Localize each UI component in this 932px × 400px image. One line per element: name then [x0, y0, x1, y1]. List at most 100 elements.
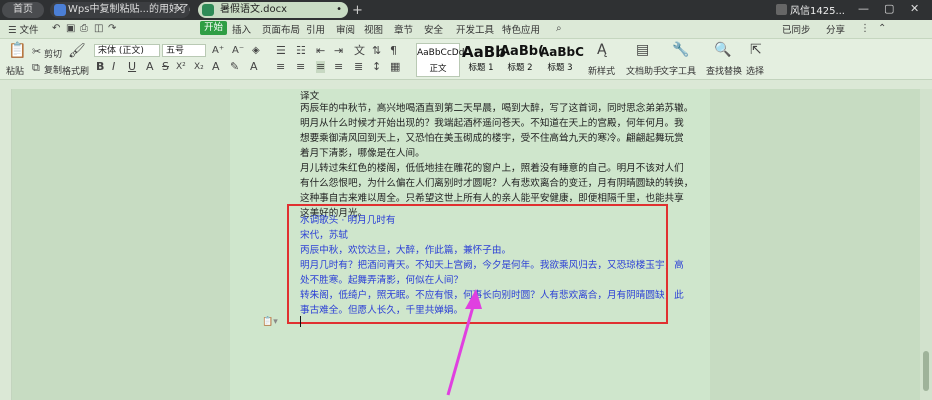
- show-marks-icon[interactable]: ¶: [390, 45, 397, 57]
- select-button[interactable]: 选择: [746, 64, 764, 77]
- user-name[interactable]: 风信1425...: [790, 2, 845, 17]
- badge-icon[interactable]: [776, 4, 787, 15]
- arrow-shaft: [446, 302, 476, 396]
- find-replace-button[interactable]: 查找替换: [706, 64, 742, 77]
- menu-file[interactable]: ☰ 文件: [8, 22, 39, 36]
- bullet-list-icon[interactable]: ☰: [276, 45, 286, 57]
- select-icon[interactable]: ⇱: [750, 43, 762, 57]
- close-icon[interactable]: •: [336, 2, 342, 18]
- text-tools-icon[interactable]: 🔧: [672, 43, 689, 57]
- font-size-dropdown[interactable]: 五号: [162, 44, 206, 57]
- subscript-icon[interactable]: X₂: [194, 61, 204, 73]
- highlight-icon[interactable]: ✎: [230, 61, 239, 73]
- doc-helper-icon[interactable]: ▤: [636, 43, 649, 57]
- outdent-icon[interactable]: ⇤: [316, 45, 325, 57]
- bold-icon[interactable]: B: [96, 61, 104, 73]
- document-background-right: [710, 89, 920, 400]
- strikethrough-icon[interactable]: S: [162, 61, 169, 73]
- grow-font-icon[interactable]: A⁺: [212, 45, 224, 57]
- menu-review[interactable]: 审阅: [336, 22, 355, 36]
- close-window-icon[interactable]: ✕: [910, 2, 919, 15]
- menu-references[interactable]: 引用: [306, 22, 325, 36]
- maximize-icon[interactable]: ▢: [884, 2, 894, 15]
- align-left-icon[interactable]: ≡: [276, 61, 285, 73]
- cut-icon[interactable]: ✂: [32, 46, 41, 58]
- preview-icon[interactable]: ◫: [94, 23, 103, 35]
- align-right-icon[interactable]: ≡: [334, 61, 343, 73]
- menu-special[interactable]: 特色应用: [502, 22, 540, 36]
- new-style-icon[interactable]: Ą: [597, 43, 607, 57]
- save-icon[interactable]: ▣: [66, 23, 75, 35]
- vertical-scrollbar[interactable]: [920, 89, 932, 400]
- shading-icon[interactable]: ▦: [390, 61, 400, 73]
- cut-button[interactable]: 剪切: [44, 47, 62, 60]
- numbered-list-icon[interactable]: ☷: [296, 45, 306, 57]
- chinese-layout-icon[interactable]: 文: [354, 45, 365, 57]
- tab-bar: 首页 Wps中复制粘贴...的用好了吗（二） ✕ 暑假语文.docx • + 风…: [0, 0, 932, 20]
- justify-icon[interactable]: ≡: [316, 61, 326, 73]
- doc-line: 有什么怨恨吧，为什么偏在人们离别时才圆呢？人有悲欢离合的变迁，月有阴晴圆缺的转换…: [300, 178, 694, 189]
- shrink-font-icon[interactable]: A⁻: [232, 45, 244, 57]
- distribute-icon[interactable]: ≣: [354, 61, 363, 73]
- char-shading-icon[interactable]: A: [250, 61, 258, 73]
- vertical-ruler[interactable]: [0, 89, 12, 400]
- style-heading-3[interactable]: AaBbC 标题 3: [540, 43, 584, 75]
- text-tools-button[interactable]: 文字工具: [660, 64, 696, 77]
- sort-icon[interactable]: ⇅: [372, 45, 381, 57]
- share-button[interactable]: 分享: [826, 22, 845, 36]
- format-painter-button[interactable]: 格式刷: [62, 64, 89, 77]
- menu-chapter[interactable]: 章节: [394, 22, 413, 36]
- menu-view[interactable]: 视图: [364, 22, 383, 36]
- style-heading-2[interactable]: AaBb( 标题 2: [500, 43, 544, 75]
- chevron-up-icon[interactable]: ⌃: [878, 23, 886, 35]
- clear-format-icon[interactable]: ◈: [252, 45, 260, 57]
- style-heading-1[interactable]: AaBb 标题 1: [462, 43, 506, 75]
- paste-options-icon[interactable]: 📋▾: [262, 317, 278, 327]
- text-effect-icon[interactable]: A: [146, 61, 154, 73]
- document-background-left: [12, 89, 230, 400]
- arrow-head: [465, 289, 482, 309]
- menu-developer[interactable]: 开发工具: [456, 22, 494, 36]
- style-normal[interactable]: AaBbCcDd 正文: [416, 43, 464, 77]
- menu-start[interactable]: 开始: [200, 21, 228, 35]
- undo-icon[interactable]: ↶: [52, 23, 60, 35]
- copy-icon[interactable]: ⧉: [32, 62, 40, 74]
- font-color-icon[interactable]: A: [212, 61, 220, 73]
- menu-insert[interactable]: 插入: [232, 22, 251, 36]
- minimize-icon[interactable]: —: [858, 2, 869, 15]
- doc-line: 明月从什么时候才开始出现的？我端起酒杯遥问苍天。不知道在天上的宫殿，何年何月。我: [300, 118, 684, 129]
- indent-icon[interactable]: ⇥: [334, 45, 343, 57]
- format-painter-icon[interactable]: 🖌: [68, 44, 86, 58]
- menu-layout[interactable]: 页面布局: [262, 22, 300, 36]
- doc-icon: [202, 4, 214, 16]
- print-icon[interactable]: ⎙: [80, 23, 88, 35]
- find-replace-icon[interactable]: 🔍: [714, 43, 731, 57]
- wps-doc-icon: [54, 4, 66, 16]
- sync-status[interactable]: 已同步: [782, 22, 811, 36]
- menu-security[interactable]: 安全: [424, 22, 443, 36]
- align-center-icon[interactable]: ≡: [296, 61, 305, 73]
- tab-wps-article[interactable]: Wps中复制粘贴...的用好了吗（二） ✕: [50, 2, 190, 18]
- tab-home[interactable]: 首页: [2, 2, 44, 18]
- tab-active-doc[interactable]: 暑假语文.docx •: [198, 2, 348, 18]
- close-icon[interactable]: ✕: [176, 2, 184, 18]
- new-tab-button[interactable]: +: [352, 3, 363, 18]
- scrollbar-thumb[interactable]: [923, 351, 929, 391]
- new-style-button[interactable]: 新样式: [588, 64, 615, 77]
- paste-icon[interactable]: 📋: [8, 43, 27, 58]
- copy-button[interactable]: 复制: [44, 63, 62, 76]
- paste-button[interactable]: 粘贴: [6, 64, 24, 77]
- more-icon[interactable]: ⋮: [860, 23, 870, 35]
- doc-line: 丙辰年的中秋节，高兴地喝酒直到第二天早晨，喝到大醉，写了这首词，同时思念弟弟苏辙…: [300, 103, 694, 114]
- doc-line: 想要乘御清风回到天上，又恐怕在美玉砌成的楼宇，受不住高耸九天的寒冷。翩翩起舞玩赏: [300, 133, 684, 144]
- search-icon[interactable]: ⌕: [556, 23, 562, 35]
- tab-label: 暑假语文.docx: [220, 4, 288, 15]
- underline-icon[interactable]: U: [128, 61, 136, 73]
- superscript-icon[interactable]: X²: [176, 61, 186, 73]
- italic-icon[interactable]: I: [112, 61, 115, 73]
- font-name-dropdown[interactable]: 宋体 (正文): [94, 44, 160, 57]
- doc-helper-button[interactable]: 文档助手: [626, 64, 662, 77]
- line-spacing-icon[interactable]: ↕: [372, 61, 381, 73]
- redo-icon[interactable]: ↷: [108, 23, 116, 35]
- menu-bar: ☰ 文件 ↶ ▣ ⎙ ◫ ↷ 开始 插入 页面布局 引用 审阅 视图 章节 安全…: [0, 20, 932, 39]
